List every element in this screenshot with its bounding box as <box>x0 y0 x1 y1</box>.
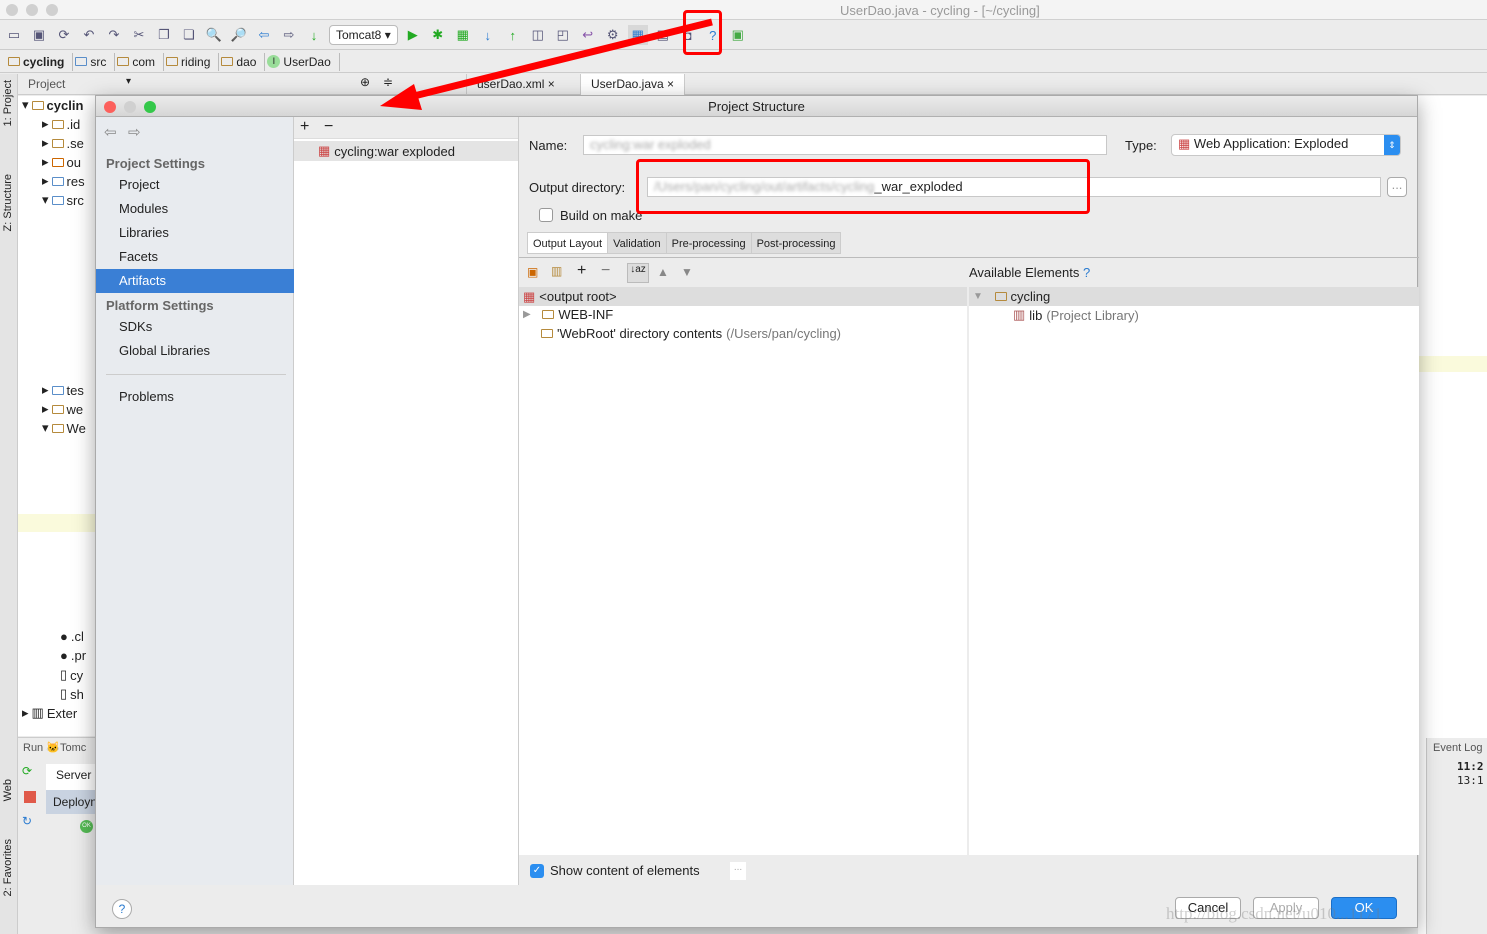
annotation-arrow <box>380 18 713 110</box>
